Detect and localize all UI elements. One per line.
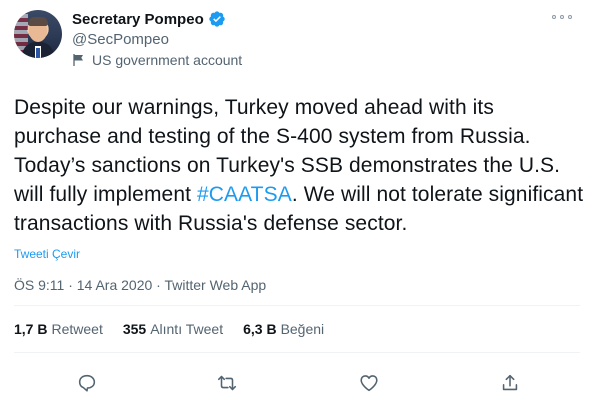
more-options-icon[interactable] — [552, 10, 572, 24]
retweets-count: 1,7 B — [14, 321, 48, 337]
tweet-timestamp-source[interactable]: ÖS 9:11 · 14 Ara 2020 · Twitter Web App — [14, 277, 266, 293]
heart-icon[interactable] — [358, 372, 380, 394]
avatar[interactable] — [14, 10, 62, 58]
government-account-text: US government account — [92, 52, 243, 68]
divider — [14, 305, 580, 306]
retweets-stat[interactable]: 1,7 B Retweet — [14, 321, 103, 337]
likes-label: Beğeni — [280, 321, 325, 337]
retweets-label: Retweet — [51, 321, 103, 337]
likes-stat[interactable]: 6,3 B Beğeni — [243, 321, 324, 337]
quotes-label: Alıntı Tweet — [150, 321, 224, 337]
hashtag-link[interactable]: #CAATSA — [197, 183, 292, 206]
government-account-label: US government account — [72, 52, 242, 68]
author-handle[interactable]: @SecPompeo — [72, 31, 169, 48]
share-icon[interactable] — [499, 372, 521, 394]
verified-badge-icon — [208, 10, 226, 28]
action-bar — [0, 372, 590, 398]
avatar-tie — [36, 48, 40, 58]
quote-tweets-stat[interactable]: 355 Alıntı Tweet — [123, 321, 223, 337]
display-name[interactable]: Secretary Pompeo — [72, 11, 204, 28]
divider — [14, 352, 580, 353]
reply-icon[interactable] — [76, 372, 98, 394]
translate-tweet-link[interactable]: Tweeti Çevir — [14, 247, 80, 261]
avatar-hair — [28, 17, 48, 26]
flag-icon — [72, 53, 86, 67]
quotes-count: 355 — [122, 321, 147, 337]
engagement-stats: 1,7 B Retweet 355 Alıntı Tweet 6,3 B Beğeni — [14, 321, 324, 337]
tweet-text: Despite our warnings, Turkey moved ahead… — [14, 93, 584, 238]
retweet-icon[interactable] — [216, 372, 238, 394]
likes-count: 6,3 B — [243, 321, 277, 337]
author-name-row: Secretary Pompeo — [72, 10, 226, 28]
